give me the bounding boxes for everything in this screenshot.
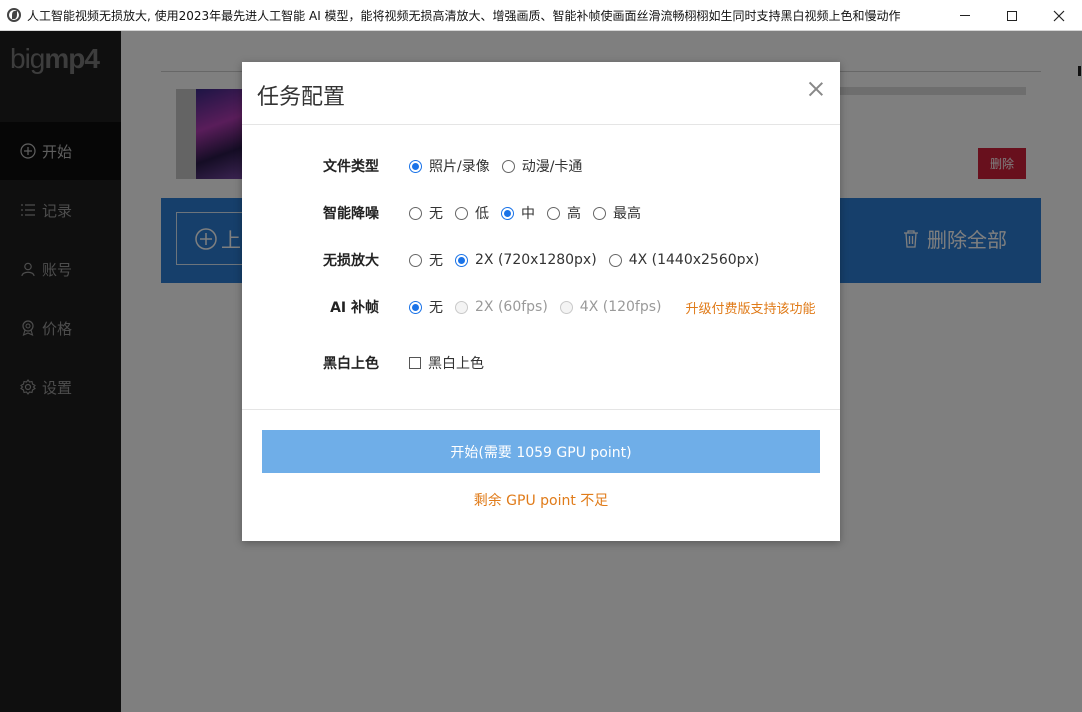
dialog-close-icon[interactable] [806, 79, 826, 99]
option-label: 无 [429, 300, 443, 316]
radio[interactable] [455, 206, 468, 220]
option-label: 2X (720x1280px) [475, 252, 597, 268]
option-label: 高 [567, 206, 581, 222]
denoise-row: 智能降噪 无 低 中 高 最高 [242, 201, 840, 225]
colorize-row: 黑白上色 黑白上色 [242, 351, 840, 375]
radio[interactable] [593, 206, 606, 220]
option-label: 无 [429, 253, 443, 269]
maximize-button[interactable] [988, 0, 1035, 31]
radio[interactable] [547, 206, 560, 220]
file-type-row: 文件类型 照片/录像 动漫/卡通 [242, 154, 840, 178]
upscale-option-2x[interactable]: 2X (720x1280px) [455, 252, 597, 268]
option-label: 无 [429, 206, 443, 222]
option-label: 最高 [613, 206, 641, 222]
upscale-option-4x[interactable]: 4X (1440x2560px) [608, 252, 760, 268]
scrollbar[interactable] [1078, 66, 1081, 76]
interpolation-option-4x: 4X (120fps) [559, 299, 662, 315]
interpolation-label: AI 补帧 [330, 300, 379, 316]
dialog-title: 任务配置 [257, 85, 346, 110]
radio-checked[interactable] [409, 159, 422, 173]
colorize-checkbox[interactable] [409, 357, 421, 369]
denoise-option-low[interactable]: 低 [455, 203, 489, 223]
task-config-dialog: 任务配置 文件类型 照片/录像 动漫/卡通 智能降噪 无 低 中 高 最高 无损… [242, 62, 840, 541]
file-type-label: 文件类型 [323, 159, 379, 175]
dialog-header: 任务配置 [242, 62, 840, 125]
close-window-button[interactable] [1035, 0, 1082, 31]
denoise-options: 无 低 中 高 最高 [409, 203, 653, 223]
upscale-label: 无损放大 [323, 253, 379, 269]
interpolation-row: AI 补帧 无 2X (60fps) 4X (120fps) 升级付费版支持该功… [242, 295, 840, 319]
file-type-option-photo[interactable]: 照片/录像 [409, 156, 490, 176]
option-label: 4X (1440x2560px) [628, 252, 760, 268]
minimize-button[interactable] [941, 0, 988, 31]
radio-checked[interactable] [409, 300, 422, 314]
interpolation-option-none[interactable]: 无 [409, 297, 443, 317]
upscale-row: 无损放大 无 2X (720x1280px) 4X (1440x2560px) [242, 248, 840, 272]
radio[interactable] [409, 206, 422, 220]
colorize-label: 黑白上色 [323, 356, 379, 372]
denoise-option-high[interactable]: 高 [547, 203, 581, 223]
radio-disabled [455, 300, 468, 314]
denoise-option-medium[interactable]: 中 [501, 203, 535, 223]
radio[interactable] [409, 253, 422, 267]
window-title: 人工智能视频无损放大, 使用2023年最先进人工智能 AI 模型，能将视频无损高… [27, 8, 901, 23]
radio-disabled [559, 300, 573, 314]
radio-checked[interactable] [455, 253, 468, 267]
option-label: 2X (60fps) [475, 299, 548, 315]
radio-checked[interactable] [501, 206, 514, 220]
file-type-option-anime[interactable]: 动漫/卡通 [501, 156, 583, 176]
denoise-label: 智能降噪 [323, 206, 379, 222]
option-label: 低 [475, 206, 489, 222]
checkbox-label: 黑白上色 [428, 356, 484, 372]
maximize-icon [1006, 10, 1017, 21]
app-globe-icon [7, 8, 21, 22]
interpolation-option-2x: 2X (60fps) [455, 299, 548, 315]
window-controls [941, 0, 1082, 31]
colorize-checkbox-option[interactable]: 黑白上色 [409, 353, 484, 373]
upscale-option-none[interactable]: 无 [409, 250, 443, 270]
radio[interactable] [608, 253, 622, 267]
denoise-option-highest[interactable]: 最高 [593, 203, 641, 223]
option-label: 动漫/卡通 [521, 159, 583, 175]
upscale-options: 无 2X (720x1280px) 4X (1440x2560px) [409, 250, 771, 270]
interpolation-options: 无 2X (60fps) 4X (120fps) 升级付费版支持该功能 [409, 297, 816, 317]
option-label: 中 [521, 206, 535, 222]
gpu-warning-text: 剩余 GPU point 不足 [473, 493, 609, 509]
close-icon [1053, 10, 1064, 21]
option-label: 照片/录像 [429, 159, 490, 175]
title-bar: 人工智能视频无损放大, 使用2023年最先进人工智能 AI 模型，能将视频无损高… [0, 0, 1082, 31]
upgrade-note-link[interactable]: 升级付费版支持该功能 [686, 298, 816, 317]
start-button[interactable]: 开始(需要 1059 GPU point) [262, 430, 820, 473]
denoise-option-none[interactable]: 无 [409, 203, 443, 223]
file-type-options: 照片/录像 动漫/卡通 [409, 156, 594, 176]
radio[interactable] [501, 159, 515, 173]
dialog-divider [242, 409, 840, 410]
option-label: 4X (120fps) [579, 299, 662, 315]
colorize-options: 黑白上色 [409, 353, 496, 373]
minimize-icon [959, 15, 970, 16]
